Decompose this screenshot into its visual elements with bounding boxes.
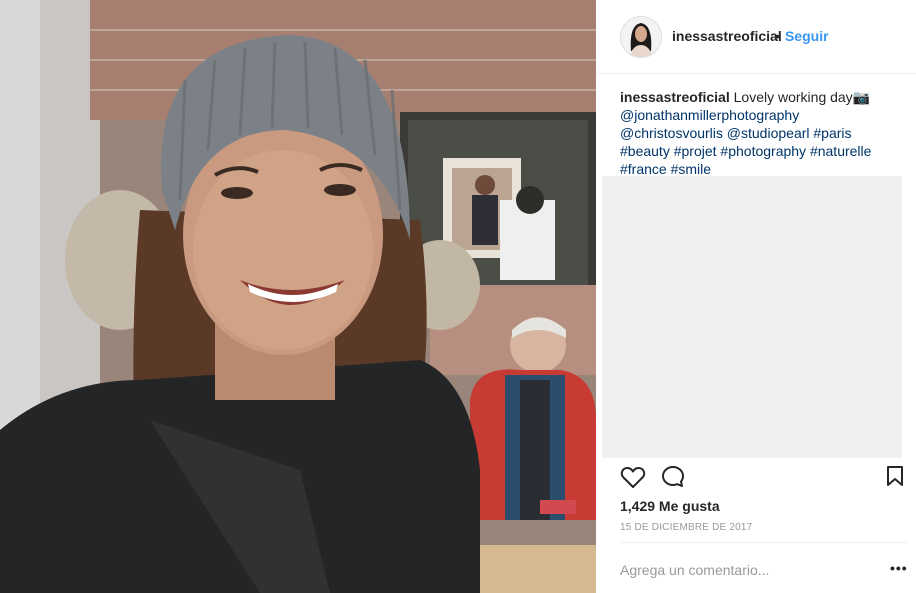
- mention-link[interactable]: @christosvourlis: [620, 125, 723, 141]
- action-bar: [596, 459, 916, 499]
- caption-text: Lovely working day📷: [733, 89, 871, 105]
- mention-link[interactable]: @studiopearl: [727, 125, 810, 141]
- post-header: inessastreoficial • Seguir: [596, 0, 916, 74]
- avatar-image: [621, 17, 661, 57]
- hashtag-link[interactable]: #photography: [720, 143, 806, 159]
- hashtag-link[interactable]: #beauty: [620, 143, 670, 159]
- hashtag-link[interactable]: #projet: [674, 143, 717, 159]
- comment-bubble-icon[interactable]: [660, 464, 686, 490]
- comments-placeholder-area: [602, 176, 902, 458]
- bookmark-icon[interactable]: [886, 465, 904, 487]
- hashtag-link[interactable]: #paris: [813, 125, 851, 141]
- hashtag-link[interactable]: #naturelle: [810, 143, 872, 159]
- mention-link[interactable]: @jonathanmillerphotography: [620, 107, 799, 123]
- post-caption: inessastreoficial Lovely working day📷 @j…: [620, 88, 900, 178]
- likes-count[interactable]: 1,429 Me gusta: [620, 498, 720, 514]
- divider: [620, 542, 908, 543]
- hashtag-link[interactable]: #smile: [671, 161, 711, 177]
- post-date: 15 DE DICIEMBRE DE 2017: [620, 522, 753, 533]
- post-photo[interactable]: [0, 0, 596, 593]
- post-side-panel: inessastreoficial • Seguir inessastreofi…: [596, 0, 916, 593]
- more-options-button[interactable]: •••: [890, 560, 908, 576]
- header-username[interactable]: inessastreoficial: [672, 28, 782, 44]
- caption-username[interactable]: inessastreoficial: [620, 89, 730, 105]
- heart-icon[interactable]: [620, 465, 646, 489]
- hashtag-link[interactable]: #france: [620, 161, 667, 177]
- post-image: [0, 0, 596, 593]
- separator-dot: •: [775, 28, 780, 44]
- comment-input[interactable]: Agrega un comentario...: [620, 562, 769, 578]
- follow-button[interactable]: Seguir: [785, 28, 829, 44]
- avatar[interactable]: [620, 16, 662, 58]
